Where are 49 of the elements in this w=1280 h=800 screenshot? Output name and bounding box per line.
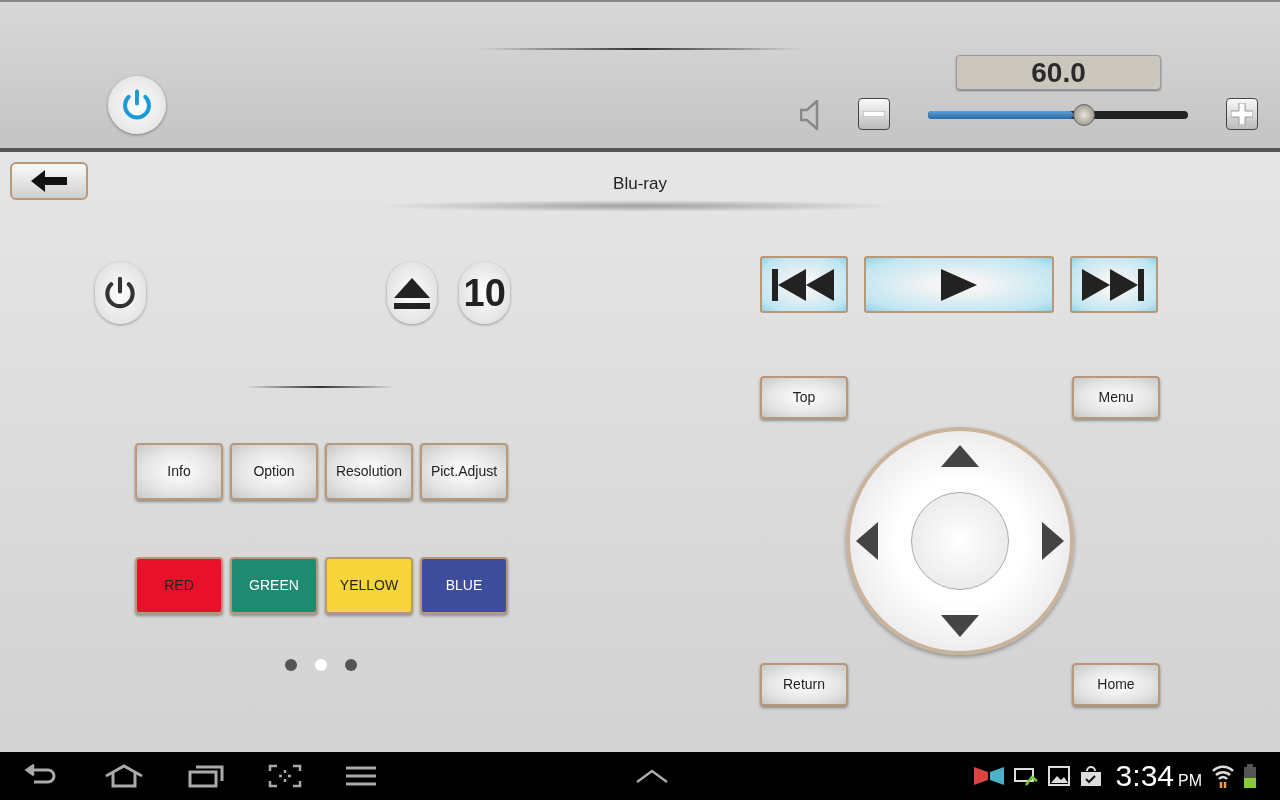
up-arrow-icon	[941, 445, 979, 467]
return-button[interactable]: Return	[760, 663, 848, 706]
recent-apps-icon[interactable]	[188, 764, 224, 788]
plus-icon	[1231, 103, 1253, 125]
shopping-bag-icon	[1079, 765, 1102, 787]
home-button[interactable]: Home	[1072, 663, 1160, 706]
menu-button[interactable]: Menu	[1072, 376, 1160, 419]
down-arrow-icon	[941, 615, 979, 637]
color-button[interactable]: YELLOW	[325, 557, 413, 614]
back-button[interactable]	[10, 162, 88, 200]
color-button[interactable]: BLUE	[420, 557, 508, 614]
eject-button[interactable]	[386, 262, 438, 324]
eject-icon	[392, 276, 432, 310]
clock-time: 3:34	[1115, 761, 1174, 791]
device-title: Blu-ray	[613, 173, 667, 196]
play-icon	[941, 268, 977, 301]
disc-button[interactable]: 10	[459, 262, 510, 324]
power-button[interactable]	[95, 262, 146, 324]
menu-icon[interactable]	[346, 766, 376, 786]
volume-slider[interactable]	[928, 104, 1188, 126]
screen-arrow-icon	[1013, 765, 1038, 787]
picture-icon	[1047, 766, 1070, 786]
slider-thumb[interactable]	[1073, 104, 1095, 126]
volume-down-button[interactable]	[858, 98, 890, 130]
left-arrow-icon	[856, 522, 878, 560]
top-button[interactable]: Top	[760, 376, 848, 419]
color-button[interactable]: GREEN	[230, 557, 318, 614]
function-button[interactable]: Option	[230, 443, 318, 500]
battery-icon	[1244, 764, 1256, 788]
minus-icon	[863, 111, 885, 117]
speaker-icon	[800, 100, 820, 130]
screen-mirroring-icon	[973, 765, 1004, 787]
function-button[interactable]: Pict.Adjust	[420, 443, 508, 500]
volume-up-button[interactable]	[1226, 98, 1258, 130]
caret-up-icon[interactable]	[636, 769, 668, 783]
back-arrow-icon	[29, 168, 69, 194]
function-button[interactable]: Resolution	[325, 443, 413, 500]
play-button[interactable]	[864, 256, 1054, 313]
screenshot-icon[interactable]	[268, 764, 302, 788]
home-icon[interactable]	[104, 764, 144, 788]
previous-button[interactable]	[760, 256, 848, 313]
skip-back-icon	[772, 268, 836, 301]
clock-ampm: PM	[1178, 773, 1202, 789]
next-button[interactable]	[1070, 256, 1158, 313]
function-button[interactable]: Info	[135, 443, 223, 500]
skip-forward-icon	[1082, 268, 1146, 301]
volume-readout: 60.0	[956, 55, 1161, 90]
right-arrow-icon	[1042, 522, 1064, 560]
wifi-icon	[1212, 764, 1234, 788]
